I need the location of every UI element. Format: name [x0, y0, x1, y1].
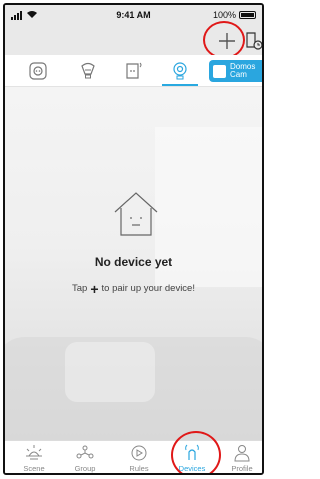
plus-icon-inline: + [90, 280, 99, 297]
bulb-icon [81, 62, 95, 79]
category-round-plug[interactable] [27, 60, 49, 82]
battery-percentage: 100% [212, 10, 236, 20]
add-highlight-circle [203, 21, 245, 59]
smart-plug-icon [126, 62, 142, 79]
hint-suffix: to pair up your device! [101, 283, 195, 294]
tab-scene-label: Scene [23, 464, 45, 473]
phone-screen: 9:41 AM 100% Domos Cam No device yet Tap… [3, 3, 264, 475]
hint-prefix: Tap [72, 283, 88, 294]
sun-icon [26, 445, 42, 460]
empty-state-hint: Tap + to pair up your device! [5, 280, 262, 297]
home-icon [213, 64, 226, 78]
category-bulb[interactable] [77, 60, 99, 82]
device-category-bar: Domos Cam [5, 55, 262, 87]
tab-profile-label: Profile [231, 464, 253, 473]
tab-rules-label: Rules [129, 464, 149, 473]
category-smart-plug[interactable] [123, 60, 145, 82]
tab-rules[interactable]: Rules [114, 444, 164, 473]
tab-group-label: Group [74, 464, 96, 473]
category-domos-cam[interactable]: Domos Cam [209, 60, 262, 82]
empty-state-title: No device yet [94, 255, 173, 269]
tab-profile[interactable]: Profile [217, 444, 262, 473]
tab-group[interactable]: Group [60, 444, 110, 473]
devices-highlight-circle [171, 431, 221, 473]
category-camera[interactable] [169, 60, 191, 82]
selected-category-indicator [162, 84, 198, 86]
tab-scene[interactable]: Scene [9, 444, 59, 473]
empty-house-icon [114, 192, 158, 236]
profile-icon [234, 445, 250, 462]
battery-icon [239, 11, 256, 19]
background-cushion [65, 342, 155, 402]
group-icon [76, 445, 94, 459]
bottom-tab-bar: Scene Group Rules Devices Profile [5, 440, 262, 473]
rules-icon [131, 445, 147, 461]
device-settings-icon[interactable] [245, 29, 264, 51]
domos-label-line2: Cam [230, 70, 247, 79]
camera-icon [173, 62, 187, 80]
round-plug-icon [29, 62, 47, 80]
device-list-area: No device yet Tap + to pair up your devi… [5, 87, 262, 440]
